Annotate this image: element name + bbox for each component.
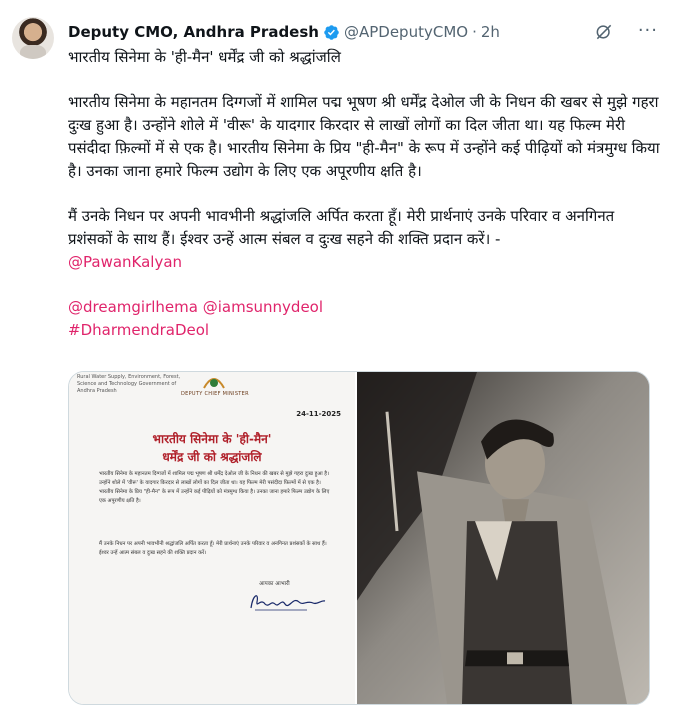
hashtag-dharmendradeol[interactable]: #DharmendraDeol bbox=[68, 321, 209, 339]
mention-dreamgirlhema[interactable]: @dreamgirlhema bbox=[68, 298, 198, 316]
media-grid: Rural Water Supply, Environment, Forest,… bbox=[68, 371, 650, 705]
post-paragraph-2: मैं उनके निधन पर अपनी भावभीनी श्रद्धांजल… bbox=[68, 207, 615, 248]
post-header: Deputy CMO, Andhra Pradesh @APDeputyCMO … bbox=[68, 20, 660, 44]
actor-photo[interactable] bbox=[357, 372, 649, 704]
letter-title-line-2: धर्मेंद्र जी को श्रद्धांजलि bbox=[162, 450, 262, 464]
mention-pawankalyan[interactable]: @PawanKalyan bbox=[68, 253, 182, 271]
separator-dot: · bbox=[472, 23, 477, 41]
post-body: भारतीय सिनेमा के 'ही-मैन' धर्मेंद्र जी क… bbox=[68, 46, 660, 342]
letter-paragraph-1: भारतीय सिनेमा के महानतम दिग्गजों में शाम… bbox=[99, 471, 330, 504]
letter-regards: आपका आभारी bbox=[259, 581, 290, 587]
post-time[interactable]: 2h bbox=[481, 23, 500, 41]
signature-graphic bbox=[250, 595, 326, 611]
letter-office: DEPUTY CHIEF MINISTER bbox=[181, 391, 249, 397]
letter-date: 24-11-2025 bbox=[296, 410, 341, 418]
post-title-line: भारतीय सिनेमा के 'ही-मैन' धर्मेंद्र जी क… bbox=[68, 48, 341, 66]
letter-department: Rural Water Supply, Environment, Forest,… bbox=[77, 374, 181, 394]
post-paragraph-1: भारतीय सिनेमा के महानतम दिग्गजों में शाम… bbox=[68, 93, 660, 180]
letter-paragraph-2: मैं उनके निधन पर अपनी भावभीनी श्रद्धांजल… bbox=[99, 541, 327, 556]
author-name[interactable]: Deputy CMO, Andhra Pradesh bbox=[68, 23, 319, 41]
author-avatar[interactable] bbox=[12, 17, 54, 59]
more-options-icon[interactable]: ··· bbox=[638, 20, 658, 41]
mention-iamsunnydeol[interactable]: @iamsunnydeol bbox=[203, 298, 323, 316]
letter-image[interactable]: Rural Water Supply, Environment, Forest,… bbox=[69, 372, 357, 704]
verified-badge-icon bbox=[324, 24, 339, 40]
grok-icon[interactable] bbox=[594, 22, 614, 42]
letter-title: भारतीय सिनेमा के 'ही-मैन' धर्मेंद्र जी क… bbox=[69, 430, 355, 466]
emblem-icon bbox=[203, 378, 225, 389]
author-handle[interactable]: @APDeputyCMO bbox=[344, 23, 468, 41]
letter-title-line-1: भारतीय सिनेमा के 'ही-मैन' bbox=[152, 432, 272, 446]
actor-photo-graphic bbox=[357, 372, 649, 704]
